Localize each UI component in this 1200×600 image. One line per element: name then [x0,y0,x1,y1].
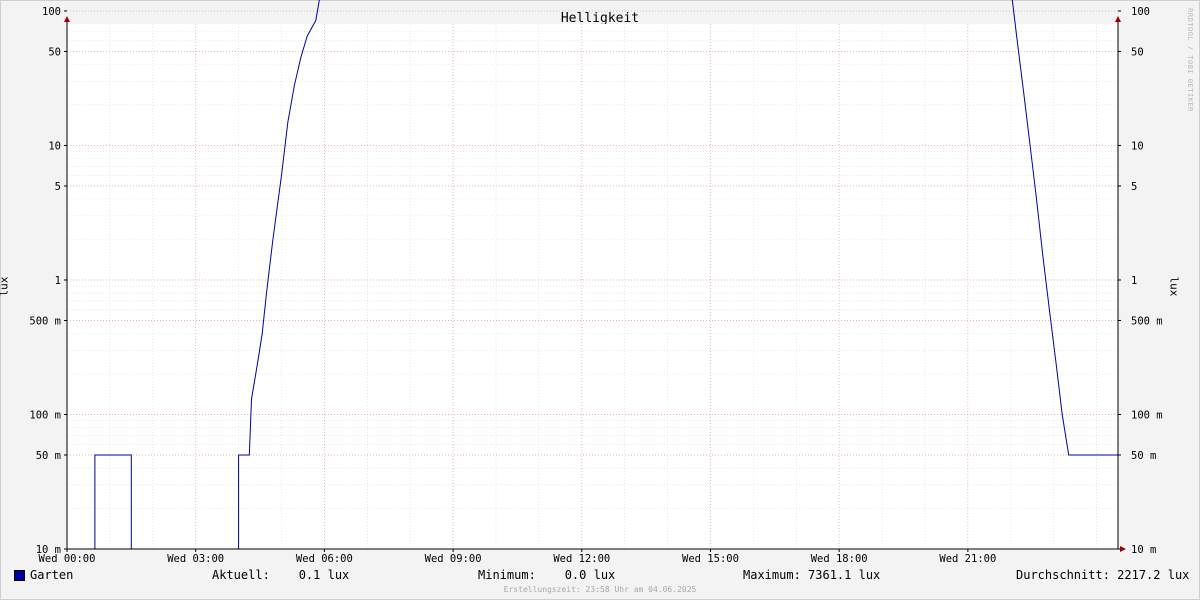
x-tick-label: Wed 00:00 [39,553,96,565]
x-tick-labels: Wed 00:00 Wed 03:00 Wed 06:00 Wed 09:00 Wed … [39,549,996,565]
legend-current: Aktuell: 0.1 lux [212,568,350,582]
y-tick-label: 500 m [29,315,61,327]
y-tick-label: 50 m [1131,450,1156,462]
x-tick-label: Wed 03:00 [167,553,224,565]
y-tick-label: 1 [55,275,61,287]
x-tick-label: Wed 15:00 [682,553,739,565]
legend-average: Durchschnitt: 2217.2 lux [1016,568,1190,582]
y-tick-label: 50 [48,46,61,58]
x-tick-label: Wed 06:00 [296,553,353,565]
legend-series-name: Garten [30,568,74,582]
legend-swatch [14,570,25,581]
y-tick-label: 100 m [1131,409,1163,421]
y-tick-label: 10 [48,140,61,152]
y-tick-label: 50 [1131,46,1144,58]
y-tick-label: 5 [1131,181,1137,193]
plot-background [67,24,1118,549]
y-tick-label: 100 m [29,409,61,421]
y-tick-labels-left: 10 m50 m100 m500 m1510501005001 k5 k10 k… [29,6,67,556]
legend: Garten Aktuell: 0.1 lux Minimum: 0.0 lux… [14,568,1190,584]
y-tick-label: 5 [55,181,61,193]
y-tick-label: 10 m [1131,544,1156,556]
y-axis-arrow-left [64,16,70,22]
y-axis-arrow-right [1115,16,1121,22]
y-tick-label: 1 [1131,275,1137,287]
footer-timestamp: Erstellungszeit: 23:58 Uhr am 04.06.2025 [503,585,697,594]
x-tick-label: Wed 09:00 [425,553,482,565]
y-tick-label: 10 [1131,140,1144,152]
x-tick-label: Wed 12:00 [553,553,610,565]
legend-maximum: Maximum: 7361.1 lux [743,568,881,582]
chart-plot: 10 m50 m100 m500 m1510501005001 k5 k10 k… [29,0,1163,565]
y-tick-label: 50 m [36,450,61,462]
legend-minimum: Minimum: 0.0 lux [478,568,616,582]
y-tick-label: 100 [42,6,61,18]
y-tick-labels-right: 10 m50 m100 m500 m1510501005001 k5 k10 k… [1118,6,1163,556]
y-tick-label: 500 m [1131,315,1163,327]
x-tick-label: Wed 21:00 [939,553,996,565]
x-tick-label: Wed 18:00 [811,553,868,565]
y-tick-label: 100 [1131,6,1150,18]
x-axis-arrow [1120,546,1126,552]
